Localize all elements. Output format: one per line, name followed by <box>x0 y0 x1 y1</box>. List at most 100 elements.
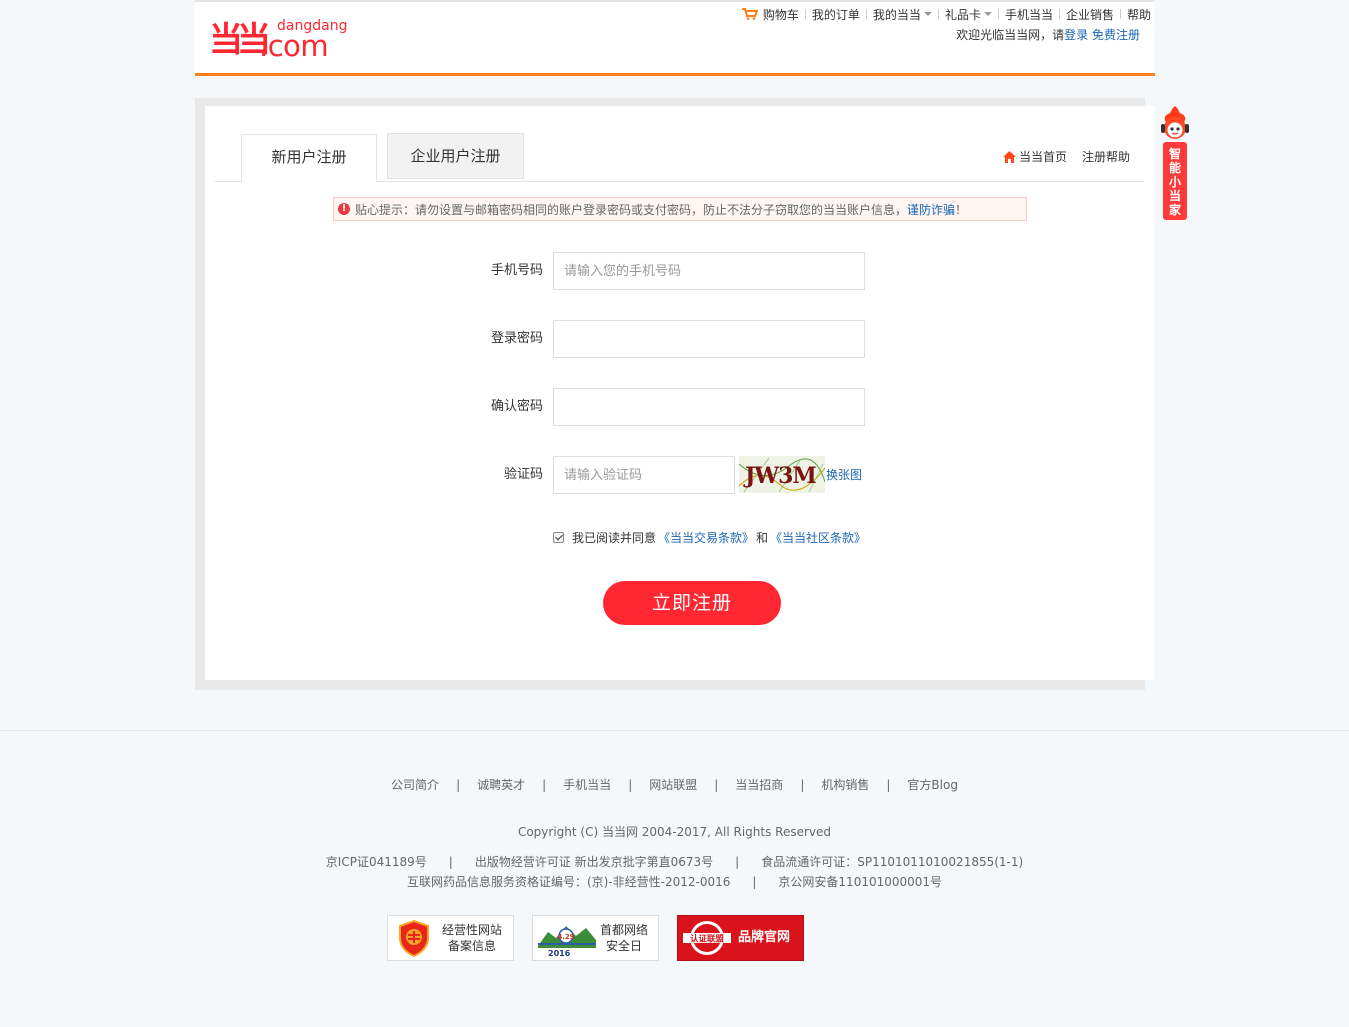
nav-my-dangdang[interactable]: 我的当当 <box>873 6 932 23</box>
confirm-password-row: 确认密码 <box>205 388 1155 426</box>
footer-link-careers[interactable]: 诚聘英才 <box>477 778 525 792</box>
security-badge-date: 4.29 <box>557 933 574 941</box>
trade-terms-link[interactable]: 《当当交易条款》 <box>658 529 754 546</box>
password-label: 登录密码 <box>490 331 543 346</box>
tab-new-user[interactable]: 新用户注册 <box>241 134 377 182</box>
footer-link-institution[interactable]: 机构销售 <box>821 778 869 792</box>
login-link[interactable]: 登录 <box>1064 28 1088 42</box>
register-link[interactable]: 免费注册 <box>1092 28 1140 42</box>
shield-icon <box>399 919 429 958</box>
nav-my-orders[interactable]: 我的订单 <box>812 6 860 23</box>
logo-domain: .com <box>259 29 329 63</box>
assistant-label: 智能小当家 <box>1163 142 1187 220</box>
confirm-password-input[interactable] <box>553 388 865 426</box>
nav-gift-card[interactable]: 礼品卡 <box>945 6 992 23</box>
welcome-prefix: 欢迎光临当当网，请 <box>956 28 1065 42</box>
password-input[interactable] <box>553 320 865 358</box>
assistant-label-text: 智能小当家 <box>1169 147 1182 217</box>
record-info-badge[interactable]: 经营性网站 备案信息 <box>387 915 514 961</box>
license-line-2: 互联网药品信息服务资格证编号：(京)-非经营性-2012-0016 | 京公网安备1… <box>406 875 943 889</box>
nav-mobile[interactable]: 手机当当 <box>1005 6 1053 23</box>
password-row: 登录密码 <box>205 320 1155 358</box>
phone-label: 手机号码 <box>490 263 543 278</box>
footer-divider <box>0 730 1349 731</box>
brand-badge-label: 品牌官网 <box>738 930 791 945</box>
register-submit-button[interactable]: 立即注册 <box>603 581 781 625</box>
site-header: 当当 dangdang .com 购物车 我的订单 我的当当 礼品卡 手机当当 … <box>195 0 1155 76</box>
great-wall-icon: 4.29 2016 <box>538 926 596 958</box>
terms-agreement: 我已阅读并同意 《当当交易条款》和《当当社区条款》 <box>553 529 868 545</box>
network-security-badge[interactable]: 4.29 2016 首都网络 安全日 <box>532 915 659 961</box>
nav-gift-card-label: 礼品卡 <box>944 7 981 22</box>
home-icon <box>1002 150 1016 163</box>
license-line-1: 京ICP证041189号 | 出版物经营许可证 新出发京批字第直0673号 | 食品流通… <box>325 855 1024 869</box>
icp-license[interactable]: 京ICP证041189号 <box>326 855 427 869</box>
nav-divider <box>865 9 867 19</box>
nav-divider <box>1058 9 1060 19</box>
welcome-text: 欢迎光临当当网，请登录 免费注册 <box>956 26 1140 43</box>
cart-icon <box>741 8 758 20</box>
captcha-graphic: JW3M <box>739 456 825 493</box>
footer-link-affiliate[interactable]: 网站联盟 <box>649 778 697 792</box>
home-link[interactable]: 当当首页 <box>1019 148 1067 165</box>
agree-text: 我已阅读并同意 <box>572 530 657 545</box>
captcha-label: 验证码 <box>503 467 543 482</box>
community-terms-link[interactable]: 《当当社区条款》 <box>770 529 866 546</box>
tab-links: 当当首页 注册帮助 <box>1002 148 1130 165</box>
nav-divider <box>804 9 806 19</box>
captcha-text: JW3M <box>743 463 816 489</box>
footer-link-mobile[interactable]: 手机当当 <box>563 778 611 792</box>
tab-corp-user[interactable]: 企业用户注册 <box>387 133 524 179</box>
nav-my-orders-label: 我的订单 <box>811 7 860 22</box>
agree-and: 和 <box>756 530 769 545</box>
certification-seal-icon: 认证联盟 <box>683 921 731 955</box>
brand-official-badge[interactable]: 认证联盟 品牌官网 <box>677 915 804 961</box>
chevron-down-icon <box>983 12 992 16</box>
chevron-down-icon <box>923 12 932 16</box>
footer-link-blog[interactable]: 官方Blog <box>907 778 958 792</box>
footer-link-merchants[interactable]: 当当招商 <box>735 778 783 792</box>
smart-assistant-widget[interactable]: 智能小当家 <box>1157 104 1193 222</box>
captcha-image[interactable]: JW3M <box>739 456 825 493</box>
nav-cart-label: 购物车 <box>762 7 799 22</box>
seal-text: 认证联盟 <box>690 934 725 945</box>
record-badge-line2: 备案信息 <box>448 939 497 953</box>
top-nav: 购物车 我的订单 我的当当 礼品卡 手机当当 企业销售 帮助 <box>741 6 1151 23</box>
security-badge-year: 2016 <box>548 949 571 958</box>
nav-divider <box>1119 9 1121 19</box>
record-badge-line1: 经营性网站 <box>442 923 503 937</box>
tip-suffix: ！ <box>955 202 968 217</box>
nav-help-label: 帮助 <box>1126 7 1151 22</box>
register-tabs: 新用户注册 企业用户注册 当当首页 注册帮助 <box>215 106 1144 182</box>
nav-cart[interactable]: 购物车 <box>741 6 799 23</box>
food-license[interactable]: 食品流通许可证：SP1101011010021855(1-1) <box>761 855 1023 869</box>
agree-checkbox[interactable] <box>553 531 564 543</box>
copyright: Copyright (C) 当当网 2004-2017, All Rights … <box>517 825 832 839</box>
security-badge-line2: 安全日 <box>606 939 643 953</box>
publication-license[interactable]: 出版物经营许可证 新出发京批字第直0673号 <box>475 855 713 869</box>
police-record[interactable]: 京公网安备110101000001号 <box>778 875 942 889</box>
warning-icon: ! <box>338 203 350 215</box>
pharma-license[interactable]: 互联网药品信息服务资格证编号：(京)-非经营性-2012-0016 <box>407 875 730 889</box>
phone-input[interactable] <box>553 252 865 290</box>
register-help-link[interactable]: 注册帮助 <box>1082 148 1130 165</box>
nav-enterprise[interactable]: 企业销售 <box>1066 6 1114 23</box>
mascot-icon <box>1161 106 1189 139</box>
footer-link-about[interactable]: 公司简介 <box>391 778 439 792</box>
confirm-password-label: 确认密码 <box>490 399 543 414</box>
captcha-input[interactable] <box>553 456 735 494</box>
footer-links: 公司简介 | 诚聘英才 | 手机当当 | 网站联盟 | 当当招商 | 机构销售 | 官方Blog <box>391 778 958 792</box>
fraud-warning-link[interactable]: 谨防诈骗 <box>907 201 955 218</box>
security-tip: ! 贴心提示：请勿设置与邮箱密码相同的账户登录密码或支付密码，防止不法分子窃取您… <box>333 197 1027 221</box>
captcha-row: 验证码 JW3M 换张图 <box>205 456 1155 494</box>
register-panel: 新用户注册 企业用户注册 当当首页 注册帮助 ! 贴心提示：请勿设置与邮箱密码相… <box>205 106 1155 680</box>
nav-mobile-label: 手机当当 <box>1004 7 1053 22</box>
tip-text: 贴心提示：请勿设置与邮箱密码相同的账户登录密码或支付密码，防止不法分子窃取您的当… <box>355 202 908 217</box>
dangdang-logo[interactable]: 当当 dangdang .com <box>209 18 349 63</box>
captcha-refresh-link[interactable]: 换张图 <box>826 456 862 494</box>
nav-my-dangdang-label: 我的当当 <box>872 7 921 22</box>
nav-help[interactable]: 帮助 <box>1127 6 1151 23</box>
nav-enterprise-label: 企业销售 <box>1065 7 1114 22</box>
phone-row: 手机号码 <box>205 252 1155 290</box>
nav-divider <box>997 9 999 19</box>
